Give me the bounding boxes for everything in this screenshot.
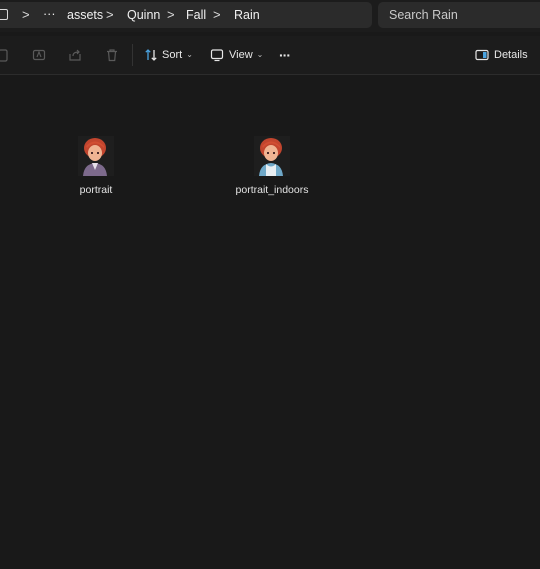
sort-button[interactable]: Sort ⌄: [142, 36, 194, 74]
breadcrumb-item-assets[interactable]: assets: [67, 8, 103, 22]
view-icon: [210, 49, 224, 62]
file-item[interactable]: portrait_indoors: [212, 136, 332, 196]
chevron-right-icon: >: [22, 7, 30, 22]
view-label: View: [229, 49, 253, 61]
more-options-button[interactable]: ···: [279, 47, 291, 63]
file-item[interactable]: portrait: [36, 136, 156, 196]
delete-icon[interactable]: [105, 48, 119, 62]
breadcrumb-item-rain[interactable]: Rain: [234, 8, 260, 22]
chevron-down-icon: ⌄: [186, 50, 193, 59]
chevron-right-icon: >: [106, 7, 114, 22]
search-input[interactable]: Search Rain: [378, 2, 540, 28]
chevron-right-icon: >: [167, 7, 175, 22]
rename-icon[interactable]: [32, 48, 46, 62]
details-button[interactable]: Details: [474, 36, 534, 74]
portrait-indoors-thumbnail: [254, 136, 290, 176]
sort-icon: [145, 49, 157, 61]
command-bar: Sort ⌄ View ⌄ ··· Details: [0, 36, 540, 75]
toolbar-divider: [132, 44, 133, 66]
breadcrumb-overflow[interactable]: ···: [43, 7, 56, 21]
sort-label: Sort: [162, 49, 183, 61]
file-name: portrait: [79, 184, 113, 196]
details-label: Details: [494, 49, 528, 61]
view-button[interactable]: View ⌄: [209, 36, 263, 74]
address-bar[interactable]: > ··· assets > Quinn > Fall > Rain: [0, 2, 372, 28]
portrait-thumbnail: [78, 136, 114, 176]
title-bar: > ··· assets > Quinn > Fall > Rain Searc…: [0, 0, 540, 32]
paste-icon[interactable]: [0, 48, 10, 62]
breadcrumb-item-quinn[interactable]: Quinn: [127, 8, 160, 22]
details-pane-icon: [475, 49, 489, 61]
this-pc-icon[interactable]: [0, 9, 8, 20]
chevron-right-icon: >: [213, 7, 221, 22]
share-icon[interactable]: [68, 48, 82, 62]
breadcrumb-item-fall[interactable]: Fall: [186, 8, 206, 22]
chevron-down-icon: ⌄: [256, 50, 264, 59]
file-name: portrait_indoors: [235, 184, 309, 196]
